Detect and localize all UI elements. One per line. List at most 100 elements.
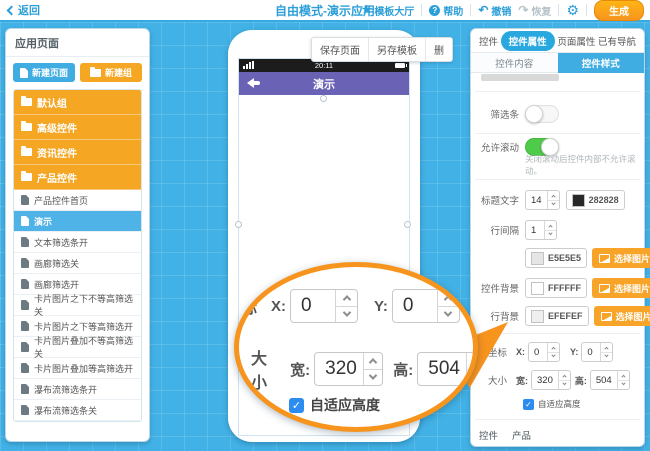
undo-icon: ↶ (478, 4, 488, 16)
title-text-row: 标题文字 14 282828 (479, 189, 636, 211)
stepper-down[interactable] (618, 380, 629, 390)
callout-y-input[interactable]: 0 (392, 289, 460, 323)
undo-button[interactable]: ↶ 撤销 (478, 3, 511, 18)
template-hall-button[interactable]: ★ 模板大厅 (361, 3, 414, 18)
stepper-up[interactable] (548, 343, 559, 352)
filter-bar-label: 筛选条 (479, 107, 519, 121)
stepper-down[interactable] (548, 200, 559, 210)
callout-x-input[interactable]: 0 (290, 289, 358, 323)
sidebar-page-item[interactable]: 文本筛选条开 (14, 232, 141, 253)
new-page-button[interactable]: 新建页面 (13, 63, 75, 82)
choose-image-button[interactable]: 选择图片 (592, 278, 650, 298)
divider (475, 419, 640, 420)
sidebar-group-product[interactable]: 产品控件 (14, 165, 141, 190)
sidebar-page-item[interactable]: 画廊筛选关 (14, 253, 141, 274)
width-input[interactable]: 320 (531, 370, 571, 390)
callout-width-input[interactable]: 320 (314, 352, 383, 386)
callout-size-label: 大小 (251, 345, 280, 393)
tab-control[interactable]: 控件 (479, 34, 498, 48)
stepper-down[interactable] (548, 352, 559, 362)
stepper-up[interactable] (618, 371, 629, 380)
save-page-button[interactable]: 保存页面 (312, 38, 368, 61)
stepper-up[interactable] (364, 353, 382, 369)
sidebar-page-item[interactable]: 卡片图片之下不等高筛选关 (14, 295, 141, 316)
stepper-down[interactable] (336, 306, 357, 323)
stepper-down[interactable] (601, 352, 612, 362)
generate-button[interactable]: 生成 (594, 0, 644, 21)
sidebar-page-item[interactable]: 卡片图片叠加不等高筛选关 (14, 337, 141, 358)
color-swatch (572, 194, 585, 207)
filter-bar-toggle[interactable] (525, 105, 559, 123)
autoheight-checkbox[interactable] (523, 399, 534, 410)
resize-handle-top[interactable] (320, 95, 327, 102)
stepper-down[interactable] (559, 380, 570, 390)
gear-icon[interactable]: ⚙ (566, 3, 579, 17)
y-input[interactable]: 0 (581, 342, 613, 362)
separator (586, 4, 587, 16)
breadcrumb-product[interactable]: 产品 (512, 428, 531, 442)
clipped-scrolled-element (481, 74, 559, 81)
resize-handle-left[interactable] (235, 221, 242, 228)
choose-image-button[interactable]: 选择图片 (592, 248, 650, 268)
stepper-up[interactable] (438, 290, 459, 306)
file-icon (21, 321, 29, 331)
subtab-control-content[interactable]: 控件内容 (471, 53, 558, 73)
bg-color-picker[interactable]: E5E5E5 (525, 248, 587, 268)
file-icon (21, 258, 29, 268)
properties-subtabs: 控件内容 控件样式 (471, 53, 644, 73)
sidebar-page-item[interactable]: 卡片图片叠加等高筛选开 (14, 358, 141, 379)
help-button[interactable]: ? 帮助 (429, 3, 463, 18)
sidebar-group-advanced[interactable]: 高级控件 (14, 115, 141, 140)
stepper-up[interactable] (545, 221, 556, 230)
sidebar-page-demo-selected[interactable]: 演示 (14, 211, 141, 232)
row-gap-input[interactable]: 1 (525, 220, 557, 240)
title-color-picker[interactable]: 282828 (566, 190, 625, 210)
x-label: X: (516, 347, 525, 357)
folder-open-icon (21, 173, 32, 181)
row-bg-picker[interactable]: EFEFEF (525, 306, 589, 326)
sidebar-page-product-home[interactable]: 产品控件首页 (14, 190, 141, 211)
new-group-button[interactable]: 新建组 (80, 63, 142, 82)
tab-control-properties[interactable]: 控件属性 (501, 31, 555, 51)
tab-existing-nav[interactable]: 已有导航 (598, 34, 636, 48)
title-size-input[interactable]: 14 (525, 190, 560, 210)
stepper-up[interactable] (548, 191, 559, 200)
sidebar-page-item[interactable]: 瀑布流筛选条开 (14, 379, 141, 400)
stepper-down[interactable] (364, 369, 382, 386)
stepper-down[interactable] (438, 306, 459, 323)
sidebar-group-news[interactable]: 资讯控件 (14, 140, 141, 165)
stepper-up[interactable] (336, 290, 357, 306)
title-size-stepper[interactable] (547, 191, 559, 209)
control-bg-picker[interactable]: FFFFFF (525, 278, 587, 298)
callout-autoheight-checkbox[interactable] (289, 398, 304, 413)
sidebar-group-default[interactable]: 默认组 (14, 90, 141, 115)
row-gap-stepper[interactable] (544, 221, 556, 239)
x-input[interactable]: 0 (528, 342, 560, 362)
delete-button[interactable]: 删 (425, 38, 452, 61)
height-input[interactable]: 504 (590, 370, 630, 390)
x-stepper[interactable] (547, 343, 559, 361)
height-stepper[interactable] (617, 371, 629, 389)
y-stepper[interactable] (600, 343, 612, 361)
callout-x-stepper[interactable] (335, 290, 357, 322)
battery-icon (395, 63, 405, 68)
width-stepper[interactable] (558, 371, 570, 389)
callout-y-stepper[interactable] (437, 290, 459, 322)
callout-coordinate-row: 坐标 X: 0 Y: 0 (234, 289, 460, 323)
callout-height-input[interactable]: 504 (417, 352, 478, 386)
size-label: 大小 (479, 373, 507, 387)
nav-back-arrow-icon[interactable] (247, 78, 261, 88)
stepper-up[interactable] (601, 343, 612, 352)
callout-width-stepper[interactable] (363, 353, 382, 385)
choose-image-button[interactable]: 选择图片 (594, 306, 650, 326)
sidebar-page-item[interactable]: 瀑布流筛选条关 (14, 400, 141, 421)
tab-page-properties[interactable]: 页面属性 (557, 34, 595, 48)
stepper-up[interactable] (559, 371, 570, 380)
subtab-control-style[interactable]: 控件样式 (558, 53, 645, 73)
save-as-template-button[interactable]: 另存模板 (368, 38, 425, 61)
redo-button[interactable]: ↷ 恢复 (518, 3, 551, 18)
control-bg-label: 控件背景 (479, 281, 519, 295)
breadcrumb-control[interactable]: 控件 (479, 428, 498, 442)
stepper-down[interactable] (545, 230, 556, 240)
resize-handle-right[interactable] (404, 221, 411, 228)
